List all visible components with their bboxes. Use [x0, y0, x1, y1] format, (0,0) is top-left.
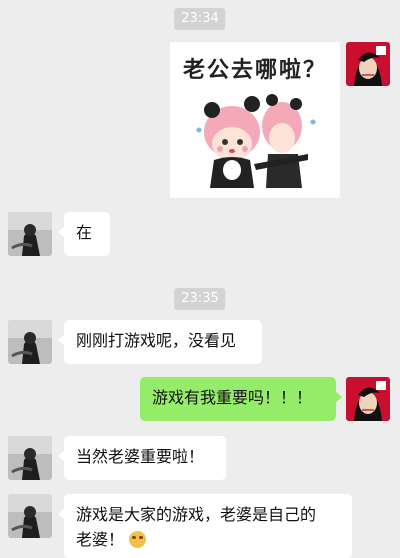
message-text: 游戏有我重要吗！！！ [152, 388, 313, 407]
self-avatar-image [346, 377, 390, 421]
message-text: 老婆！ [76, 530, 125, 549]
timestamp: 23:34 [174, 8, 226, 30]
message-bubble-incoming[interactable]: 在 [58, 212, 110, 256]
partner-avatar-image [8, 436, 52, 480]
partner-avatar[interactable] [8, 436, 52, 480]
self-avatar[interactable] [346, 42, 390, 86]
partner-avatar[interactable] [8, 494, 52, 538]
self-avatar[interactable] [346, 377, 390, 421]
sticker-message[interactable]: 老公去哪啦？ [170, 42, 340, 198]
message-text-line: 老婆！ [76, 527, 340, 552]
message-bubble-incoming[interactable]: 当然老婆重要啦！ [58, 436, 226, 480]
message-bubble-incoming[interactable]: 刚刚打游戏呢，没看见 [58, 320, 262, 364]
partner-avatar-image [8, 212, 52, 256]
partner-avatar[interactable] [8, 320, 52, 364]
message-bubble-outgoing[interactable]: 游戏有我重要吗！！！ [140, 377, 342, 421]
timestamp: 23:35 [174, 288, 226, 310]
message-text-line: 游戏是大家的游戏，老婆是自己的 [76, 505, 317, 524]
panda-hat-girl-sticker-image [196, 94, 316, 188]
message-text: 当然老婆重要啦！ [76, 447, 205, 466]
message-text: 在 [76, 223, 93, 242]
self-avatar-image [346, 42, 390, 86]
message-text: 刚刚打游戏呢，没看见 [76, 331, 237, 350]
partner-avatar-image [8, 320, 52, 364]
message-bubble-incoming[interactable]: 游戏是大家的游戏，老婆是自己的 老婆！ [58, 494, 352, 558]
smile-emoji-icon [129, 531, 147, 548]
partner-avatar-image [8, 494, 52, 538]
partner-avatar[interactable] [8, 212, 52, 256]
